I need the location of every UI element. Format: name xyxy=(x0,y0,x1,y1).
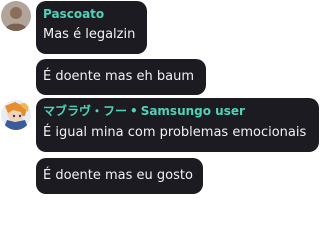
message-text: É doente mas eh baum xyxy=(43,69,195,84)
chat-message-list: Pascoato Mas é legalzin É doente mas eh … xyxy=(0,0,320,244)
message-text: Mas é legalzin xyxy=(43,27,136,42)
author-separator: • xyxy=(130,104,138,118)
message-author: マブラヴ・フー • Samsungo user xyxy=(43,103,245,119)
message-author-name[interactable]: マブラヴ・フー xyxy=(43,104,127,118)
message-bubble[interactable]: É doente mas eh baum xyxy=(36,59,206,95)
message-text: É igual mina com problemas emocionais xyxy=(43,125,307,140)
message-bubble[interactable]: Pascoato Mas é legalzin xyxy=(36,1,147,54)
anime-avatar-icon[interactable] xyxy=(1,100,31,130)
author-tag: Samsungo user xyxy=(140,104,245,118)
message-text: É doente mas eu gosto xyxy=(43,168,193,183)
message-bubble[interactable]: マブラヴ・フー • Samsungo user É igual mina com p… xyxy=(36,98,319,152)
message-author-name[interactable]: Pascoato xyxy=(43,6,104,22)
message-bubble[interactable]: É doente mas eu gosto xyxy=(36,158,203,194)
user-avatar-icon[interactable] xyxy=(1,1,31,31)
